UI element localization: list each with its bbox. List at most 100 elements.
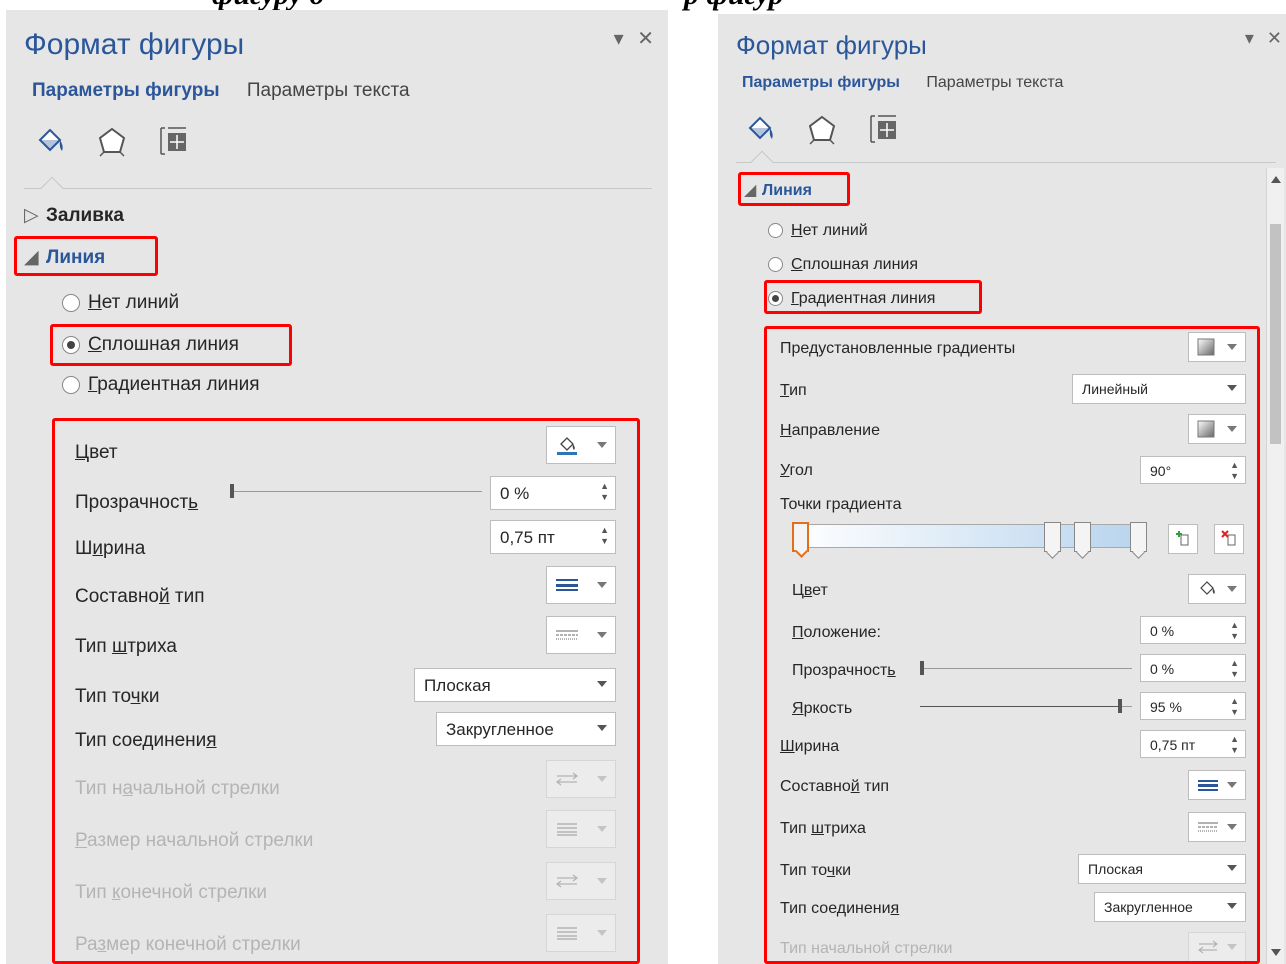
stop-color-picker[interactable] <box>1188 574 1246 604</box>
section-fill[interactable]: ▷ Заливка <box>24 204 124 227</box>
radio-label-accel: С <box>88 334 102 355</box>
spinner-arrows-icon[interactable]: ▲ ▼ <box>600 525 609 547</box>
section-line-label: Линия <box>762 182 812 199</box>
pane-options-dropdown-icon[interactable]: ▾ <box>614 26 624 51</box>
fill-line-icon[interactable] <box>742 112 782 148</box>
radio-gradient-line[interactable]: Градиентная линия <box>62 374 260 396</box>
width-spinner[interactable]: 0,75 пт ▲ ▼ <box>490 520 616 554</box>
chevron-down-icon <box>1227 426 1237 432</box>
select-value: Закругленное <box>1104 899 1193 915</box>
chevron-down-icon <box>1227 344 1237 350</box>
transparency-spinner[interactable]: 0 % ▲ ▼ <box>490 476 616 510</box>
compound-type-picker[interactable] <box>546 566 616 604</box>
add-gradient-stop-button[interactable] <box>1168 524 1198 554</box>
pane-title: Формат фигуры <box>736 30 927 60</box>
section-line[interactable]: ◢ Линия <box>24 246 105 269</box>
close-icon[interactable]: ✕ <box>637 26 654 51</box>
radio-no-line[interactable]: Нет линий <box>62 292 179 314</box>
spinner-arrows-icon[interactable]: ▲ ▼ <box>1230 696 1239 718</box>
label-angle: Угол <box>780 462 813 479</box>
arrow-size-icon <box>557 823 577 836</box>
line-color-picker[interactable] <box>546 426 616 464</box>
brightness-slider[interactable] <box>920 699 1132 713</box>
stop-transparency-slider[interactable] <box>920 661 1132 675</box>
remove-gradient-stop-button[interactable] <box>1214 524 1244 554</box>
paint-bucket-icon <box>557 437 577 455</box>
position-spinner[interactable]: 0 % ▲ ▼ <box>1140 616 1246 644</box>
chevron-down-icon <box>1227 385 1237 391</box>
radio-gradient-line[interactable]: Градиентная линия <box>768 290 935 308</box>
spinner-arrows-icon[interactable]: ▲ ▼ <box>1230 734 1239 756</box>
category-icons <box>742 112 925 151</box>
radio-label-post: плошная линия <box>101 334 239 355</box>
pane-tabs: Параметры фигуры Параметры текста <box>32 80 432 102</box>
add-stop-icon <box>1176 531 1189 546</box>
collapse-arrow-icon: ◢ <box>24 247 39 268</box>
end-arrow-size-picker <box>546 914 616 952</box>
slider-thumb[interactable] <box>1117 699 1122 713</box>
format-shape-pane-left: Формат фигуры ▾ ✕ Параметры фигуры Парам… <box>6 10 668 964</box>
scroll-down-icon[interactable] <box>1271 949 1281 956</box>
category-icons <box>32 124 215 163</box>
label-end-arrow-size: Размер конечной стрелки <box>75 934 301 955</box>
preset-gradients-picker[interactable] <box>1188 332 1246 362</box>
chevron-down-icon <box>1227 944 1237 950</box>
width-spinner[interactable]: 0,75 пт ▲ ▼ <box>1140 730 1246 758</box>
join-type-select[interactable]: Закругленное <box>1094 892 1246 922</box>
dash-type-picker[interactable] <box>1188 812 1246 842</box>
transparency-slider[interactable] <box>230 484 482 498</box>
gradient-stop[interactable] <box>1074 522 1091 559</box>
chevron-down-icon <box>597 681 607 687</box>
collapse-arrow-icon: ◢ <box>744 182 757 199</box>
spinner-arrows-icon[interactable]: ▲ ▼ <box>1230 460 1239 482</box>
slider-thumb[interactable] <box>230 484 234 498</box>
slider-thumb[interactable] <box>920 661 924 675</box>
section-line-label: Линия <box>46 247 106 268</box>
gradient-type-select[interactable]: Линейный <box>1072 374 1246 404</box>
close-icon[interactable]: ✕ <box>1267 28 1282 49</box>
begin-arrow-type-picker <box>546 760 616 798</box>
dash-type-picker[interactable] <box>546 616 616 654</box>
tab-shape-options[interactable]: Параметры фигуры <box>32 80 220 102</box>
select-value: Закругленное <box>446 720 554 739</box>
chevron-down-icon <box>1227 586 1237 592</box>
dash-lines-icon <box>556 630 578 640</box>
dash-lines-icon <box>1198 822 1218 832</box>
join-type-select[interactable]: Закругленное <box>436 712 616 746</box>
fill-line-icon[interactable] <box>32 124 72 160</box>
section-fill-label: Заливка <box>46 205 124 226</box>
brightness-spinner[interactable]: 95 % ▲ ▼ <box>1140 692 1246 720</box>
spinner-arrows-icon[interactable]: ▲ ▼ <box>1230 620 1239 642</box>
size-layout-icon[interactable] <box>157 124 197 160</box>
spinner-arrows-icon[interactable]: ▲ ▼ <box>600 481 609 503</box>
effects-pentagon-icon[interactable] <box>94 124 134 160</box>
radio-solid-line[interactable]: Сплошная линия <box>768 256 918 274</box>
chevron-down-icon <box>597 582 607 588</box>
scroll-thumb[interactable] <box>1270 224 1281 444</box>
scroll-up-icon[interactable] <box>1271 176 1281 183</box>
spinner-value: 0 % <box>500 484 530 503</box>
pane-options-dropdown-icon[interactable]: ▾ <box>1245 28 1254 49</box>
gradient-stop-selected[interactable] <box>792 522 809 558</box>
tab-text-options[interactable]: Параметры текста <box>926 74 1063 92</box>
label-compound-type: Составной тип <box>780 778 890 795</box>
cap-type-select[interactable]: Плоская <box>414 668 616 702</box>
section-line[interactable]: ◢ Линия <box>744 180 812 200</box>
cap-type-select[interactable]: Плоская <box>1078 854 1246 884</box>
compound-type-picker[interactable] <box>1188 770 1246 800</box>
stop-transparency-spinner[interactable]: 0 % ▲ ▼ <box>1140 654 1246 682</box>
radio-solid-line[interactable]: Сплошная линия <box>62 334 239 356</box>
pane-scrollbar[interactable] <box>1266 168 1284 964</box>
angle-spinner[interactable]: 90° ▲ ▼ <box>1140 456 1246 484</box>
gradient-stop[interactable] <box>1130 522 1147 559</box>
gradient-stop[interactable] <box>1044 522 1061 559</box>
tab-shape-options[interactable]: Параметры фигуры <box>742 74 900 92</box>
size-layout-icon[interactable] <box>867 112 907 148</box>
spinner-arrows-icon[interactable]: ▲ ▼ <box>1230 658 1239 680</box>
label-gradient-type: Тип <box>780 382 807 399</box>
direction-picker[interactable] <box>1188 414 1246 444</box>
effects-pentagon-icon[interactable] <box>804 112 844 148</box>
radio-no-line[interactable]: Нет линий <box>768 222 868 240</box>
label-color: Цвет <box>75 442 118 463</box>
tab-text-options[interactable]: Параметры текста <box>247 80 410 102</box>
